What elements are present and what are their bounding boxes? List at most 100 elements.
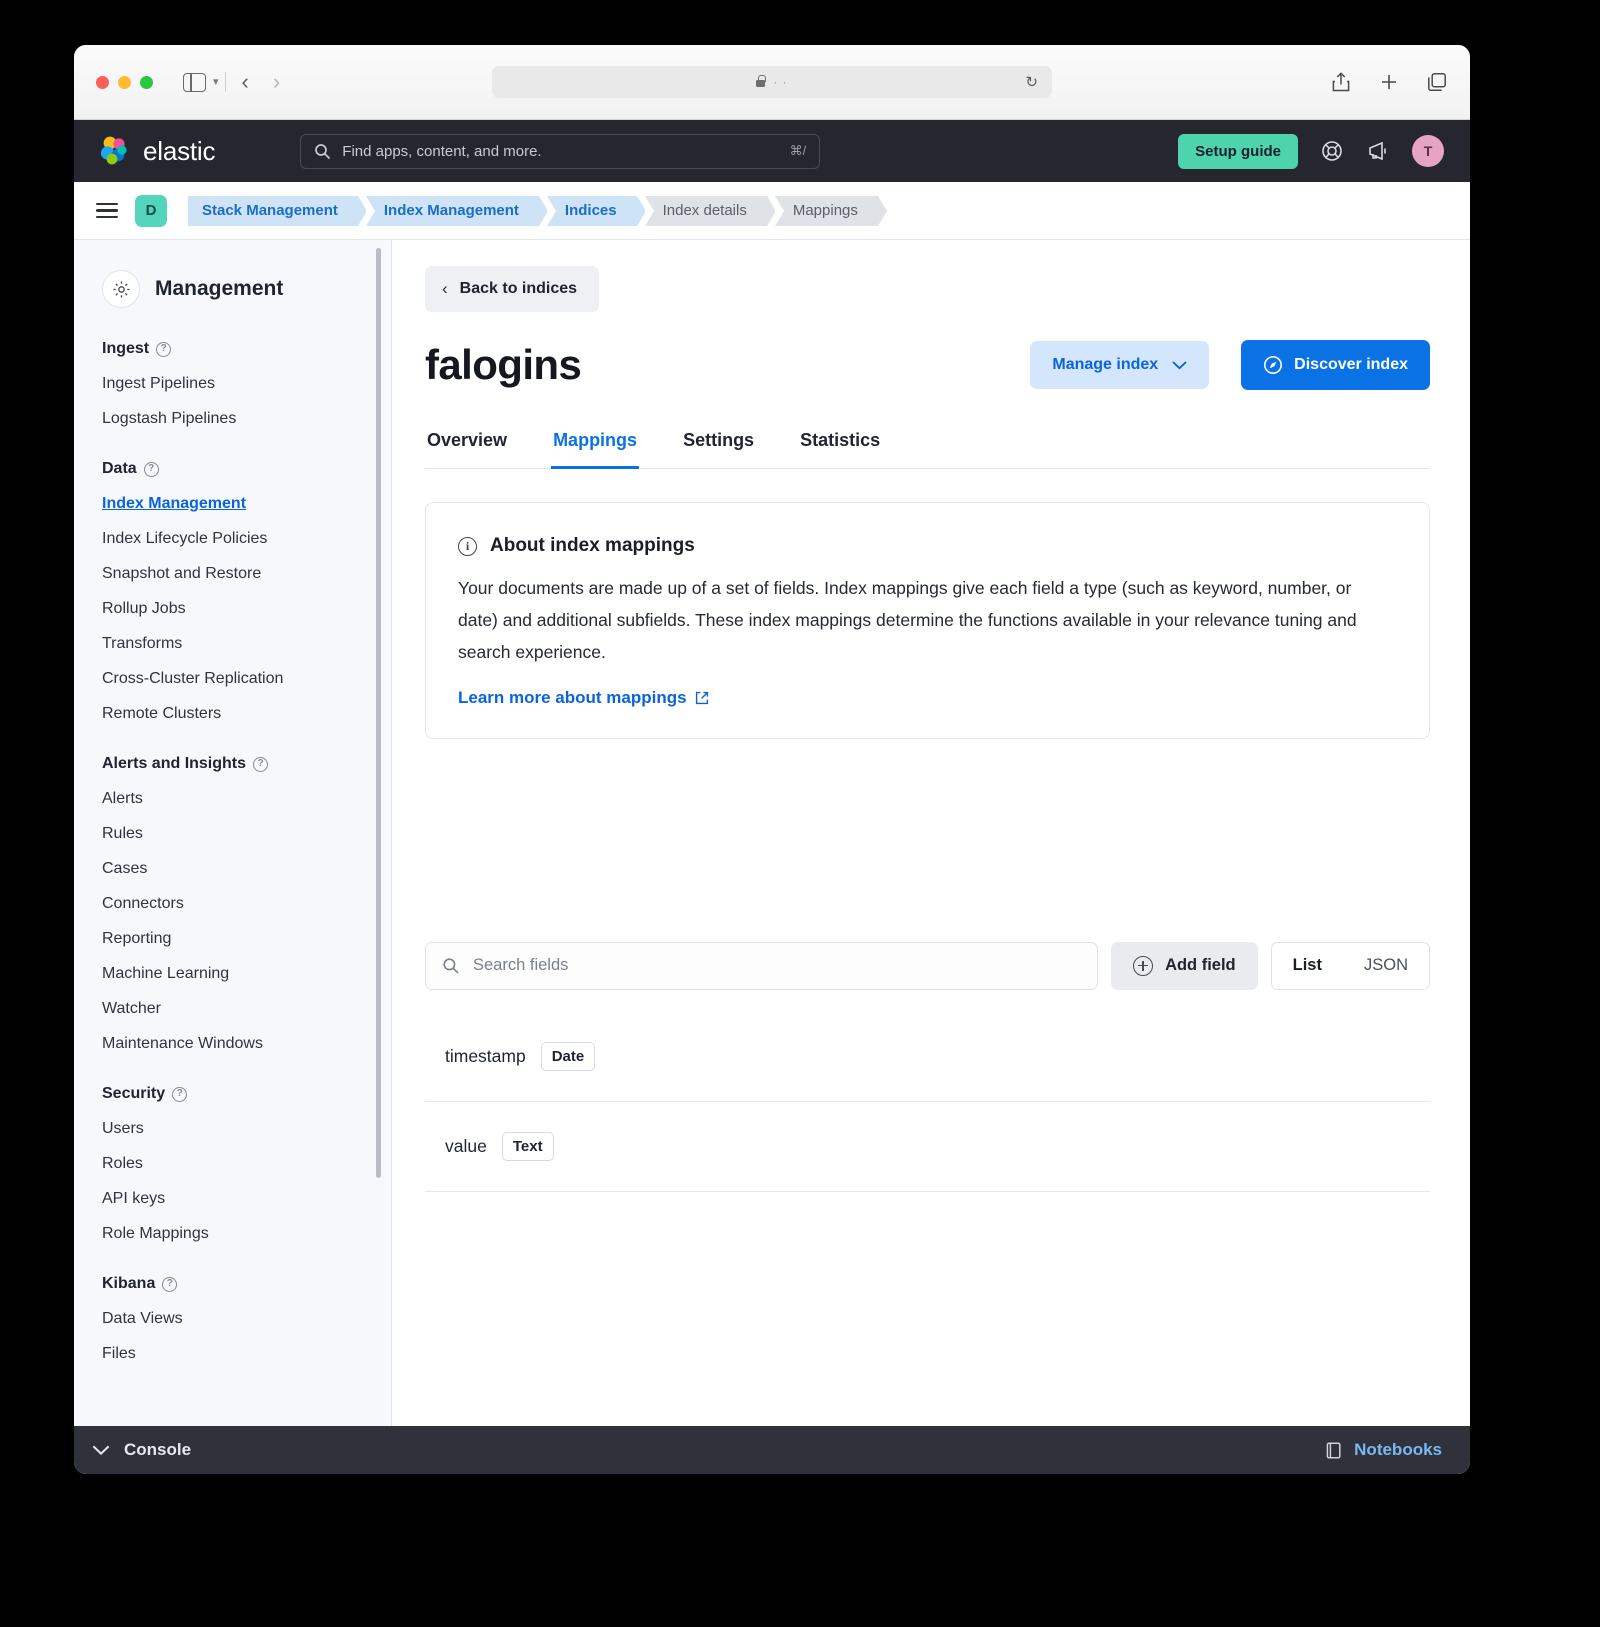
page-body: Management Ingest ? Ingest Pipelines Log…: [74, 240, 1470, 1426]
megaphone-icon[interactable]: [1366, 139, 1390, 163]
space-badge[interactable]: D: [135, 194, 167, 227]
tabs-overview-icon[interactable]: [1426, 71, 1448, 93]
tab-settings[interactable]: Settings: [681, 420, 756, 469]
console-toggle[interactable]: Console: [92, 1440, 191, 1460]
sidebar-group-security: Security ?: [102, 1085, 363, 1103]
discover-index-button[interactable]: Discover index: [1241, 340, 1430, 390]
maximize-window-button[interactable]: [140, 75, 153, 89]
index-actions: Manage index Discover index: [1030, 340, 1430, 390]
back-to-indices-button[interactable]: ‹ Back to indices: [425, 266, 600, 312]
sidebar-group-kibana: Kibana ?: [102, 1275, 363, 1293]
sidebar-item-role-mappings[interactable]: Role Mappings: [102, 1216, 363, 1251]
search-icon: [315, 143, 331, 159]
sidebar-item-maintenance-windows[interactable]: Maintenance Windows: [102, 1026, 363, 1061]
index-detail-tabs: Overview Mappings Settings Statistics: [425, 420, 1430, 469]
sidebar-item-ingest-pipelines[interactable]: Ingest Pipelines: [102, 366, 363, 401]
breadcrumb-item-mappings[interactable]: Mappings: [774, 195, 887, 226]
chrome-actions: [1330, 71, 1448, 93]
avatar[interactable]: T: [1412, 135, 1444, 167]
manage-index-button[interactable]: Manage index: [1030, 341, 1210, 389]
setup-guide-button[interactable]: Setup guide: [1178, 133, 1298, 169]
global-search-input[interactable]: Find apps, content, and more. ⌘/: [300, 133, 821, 169]
tab-overview[interactable]: Overview: [425, 420, 509, 469]
back-arrow-icon[interactable]: ‹: [242, 71, 249, 93]
search-fields-input[interactable]: Search fields: [425, 941, 1099, 990]
minimize-window-button[interactable]: [118, 75, 131, 89]
notebooks-button[interactable]: Notebooks: [1324, 1440, 1442, 1460]
view-mode-list-button[interactable]: List: [1271, 942, 1343, 989]
sidebar-group-ingest: Ingest ?: [102, 340, 363, 358]
sidebar-item-roles[interactable]: Roles: [102, 1146, 363, 1181]
sidebar-group-label: Kibana: [102, 1275, 156, 1292]
sidebar-title-label: Management: [155, 277, 284, 300]
help-icon[interactable]: ?: [143, 461, 159, 477]
sidebar-item-cases[interactable]: Cases: [102, 851, 363, 886]
tab-statistics[interactable]: Statistics: [798, 420, 882, 469]
sidebar-toggle-button[interactable]: ▾: [183, 72, 219, 92]
nav-menu-button[interactable]: [96, 203, 118, 218]
chevron-down-icon[interactable]: ▾: [213, 76, 219, 88]
sidebar-item-watcher[interactable]: Watcher: [102, 991, 363, 1026]
help-buoy-icon[interactable]: [1320, 139, 1344, 163]
index-title-row: falogins Manage index Discover index: [425, 340, 1430, 390]
help-icon[interactable]: ?: [253, 756, 269, 772]
view-mode-json-button[interactable]: JSON: [1342, 942, 1429, 989]
sidebar-scrollbar-track[interactable]: [376, 240, 386, 1426]
sidebar-item-reporting[interactable]: Reporting: [102, 921, 363, 956]
sidebar: Management Ingest ? Ingest Pipelines Log…: [74, 240, 392, 1426]
sidebar-item-api-keys[interactable]: API keys: [102, 1181, 363, 1216]
help-icon[interactable]: ?: [162, 1276, 178, 1292]
sidebar-item-index-management[interactable]: Index Management: [102, 486, 363, 521]
divider: [224, 72, 226, 92]
breadcrumb-item-index-details[interactable]: Index details: [644, 195, 777, 226]
browser-window: ▾ ‹ › · · ↻ elastic Find apps, content, …: [74, 45, 1470, 1474]
sidebar-item-connectors[interactable]: Connectors: [102, 886, 363, 921]
share-icon[interactable]: [1330, 71, 1352, 93]
sidebar-item-cross-cluster-replication[interactable]: Cross-Cluster Replication: [102, 661, 363, 696]
window-traffic-lights: [96, 75, 153, 89]
main-content: ‹ Back to indices falogins Manage index: [392, 240, 1470, 1426]
sidebar-item-machine-learning[interactable]: Machine Learning: [102, 956, 363, 991]
sidebar-item-rollup-jobs[interactable]: Rollup Jobs: [102, 591, 363, 626]
table-row[interactable]: timestamp Date: [425, 1012, 1430, 1102]
browser-chrome: ▾ ‹ › · · ↻: [74, 45, 1470, 120]
manage-index-label: Manage index: [1052, 356, 1159, 373]
sidebar-item-rules[interactable]: Rules: [102, 816, 363, 851]
sidebar-group-alerts-and-insights: Alerts and Insights ?: [102, 755, 363, 773]
about-panel-title: About index mappings: [490, 535, 695, 556]
field-name: timestamp: [445, 1045, 526, 1066]
sidebar-item-index-lifecycle-policies[interactable]: Index Lifecycle Policies: [102, 521, 363, 556]
sidebar-scrollbar-thumb[interactable]: [376, 248, 381, 1178]
reload-icon[interactable]: ↻: [1025, 73, 1038, 91]
address-bar[interactable]: · · ↻: [492, 66, 1052, 98]
sidebar-item-transforms[interactable]: Transforms: [102, 626, 363, 661]
browser-nav: ‹ ›: [242, 71, 281, 93]
elastic-logo[interactable]: elastic: [98, 134, 215, 168]
chevron-left-icon: ‹: [442, 279, 448, 298]
compass-icon: [1264, 356, 1283, 374]
help-icon[interactable]: ?: [156, 341, 172, 357]
breadcrumb-item-index-management[interactable]: Index Management: [365, 195, 548, 226]
sidebar-item-files[interactable]: Files: [102, 1336, 363, 1371]
learn-more-link[interactable]: Learn more about mappings: [458, 688, 709, 708]
sidebar-item-logstash-pipelines[interactable]: Logstash Pipelines: [102, 401, 363, 436]
sidebar-item-alerts[interactable]: Alerts: [102, 781, 363, 816]
table-row[interactable]: value Text: [425, 1102, 1430, 1192]
tab-mappings[interactable]: Mappings: [551, 420, 640, 469]
breadcrumb-item-indices[interactable]: Indices: [546, 195, 646, 226]
sidebar-item-remote-clusters[interactable]: Remote Clusters: [102, 696, 363, 731]
sidebar-group-label: Data: [102, 460, 137, 477]
forward-arrow-icon[interactable]: ›: [273, 71, 280, 93]
sidebar-item-data-views[interactable]: Data Views: [102, 1301, 363, 1336]
add-field-button[interactable]: Add field: [1111, 941, 1258, 990]
new-tab-icon[interactable]: [1378, 71, 1400, 93]
about-panel-header: i About index mappings: [458, 535, 1397, 557]
breadcrumb-item-stack-management[interactable]: Stack Management: [188, 195, 367, 226]
info-icon: i: [458, 536, 477, 556]
sidebar-item-snapshot-and-restore[interactable]: Snapshot and Restore: [102, 556, 363, 591]
help-icon[interactable]: ?: [172, 1086, 188, 1102]
field-list: timestamp Date value Text: [425, 1012, 1430, 1192]
sidebar-item-users[interactable]: Users: [102, 1111, 363, 1146]
plus-circle-icon: [1133, 955, 1154, 976]
close-window-button[interactable]: [96, 75, 109, 89]
